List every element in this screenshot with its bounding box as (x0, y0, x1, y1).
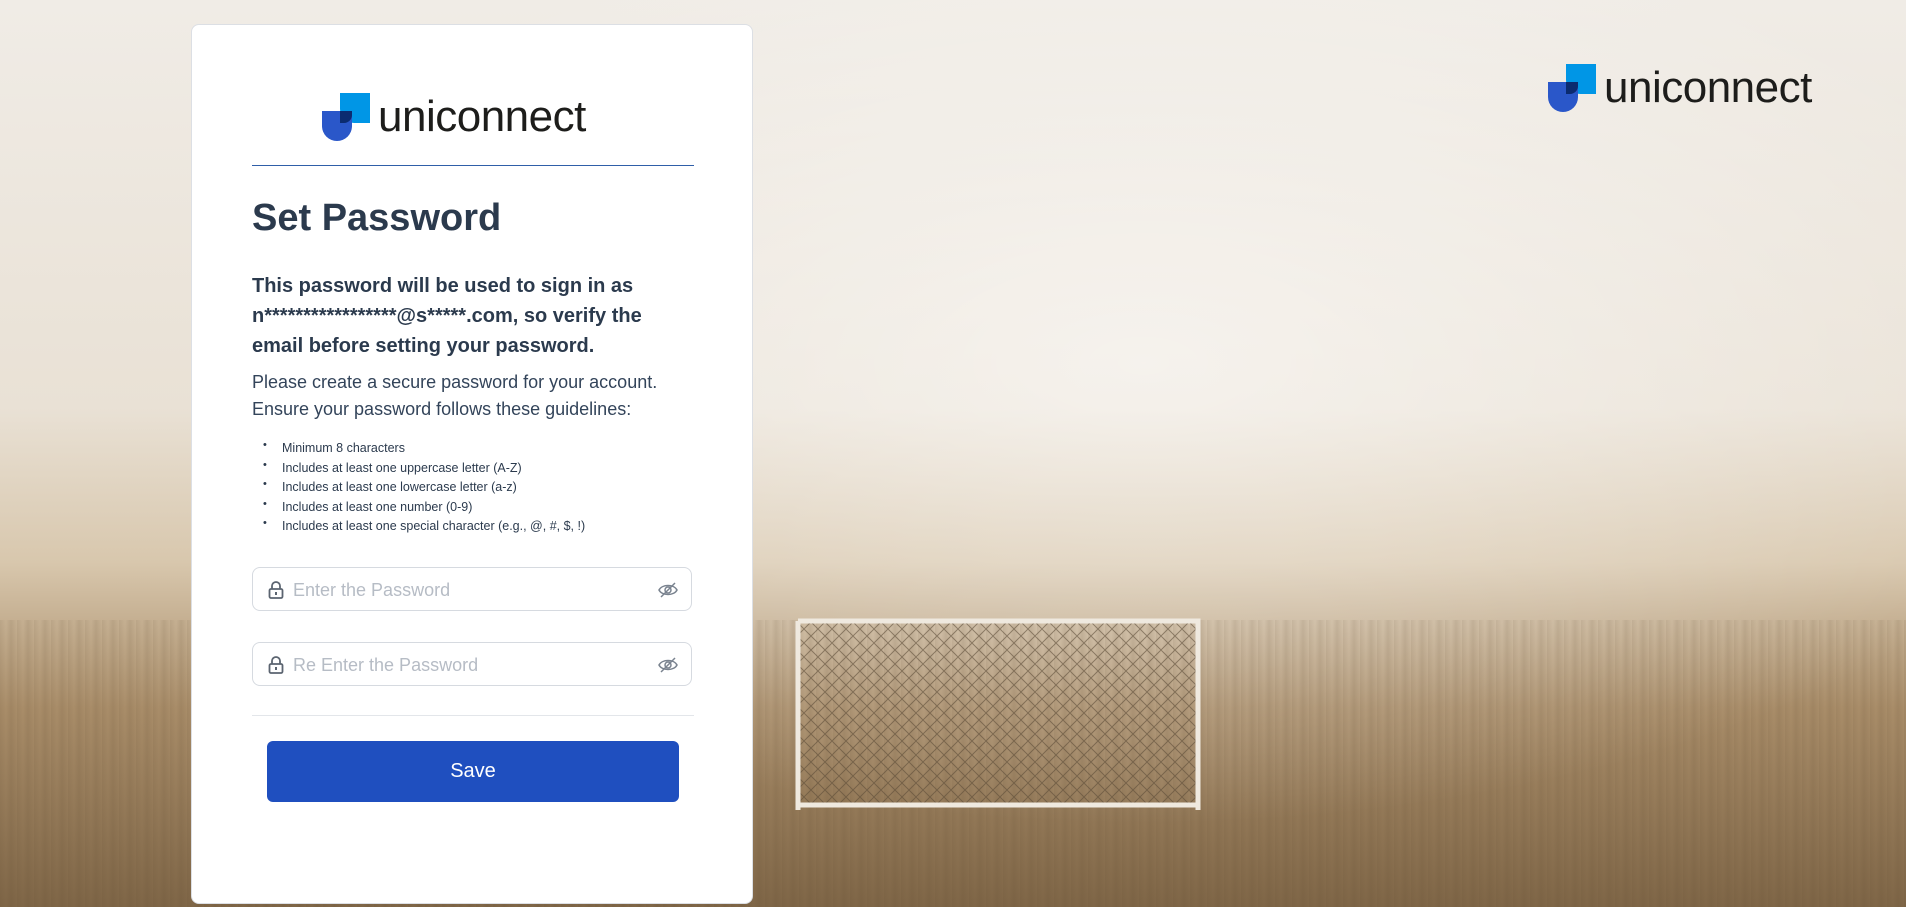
rule-item: Includes at least one number (0-9) (252, 495, 585, 518)
brand-name: uniconnect (1604, 63, 1812, 112)
rule-item: Includes at least one special character … (252, 514, 585, 537)
soccer-goal-image (795, 618, 1201, 810)
brand-logo-right: uniconnect (1548, 60, 1812, 116)
password-instructions: Please create a secure password for your… (252, 372, 658, 419)
save-button[interactable]: Save (267, 741, 679, 802)
confirm-password-input[interactable] (291, 643, 645, 687)
rule-item: Minimum 8 characters (252, 436, 585, 459)
card-brand-name: uniconnect (378, 92, 586, 141)
lock-icon (268, 581, 284, 599)
password-rules-list: Minimum 8 characters Includes at least o… (252, 436, 585, 537)
uniconnect-logo-icon (322, 93, 370, 141)
confirm-password-field-wrapper (252, 642, 692, 687)
lock-icon (268, 656, 284, 674)
eye-off-icon[interactable] (657, 655, 679, 675)
password-field-wrapper (252, 567, 692, 612)
header-divider (252, 165, 694, 166)
rule-item: Includes at least one uppercase letter (… (252, 456, 585, 479)
eye-off-icon[interactable] (657, 580, 679, 600)
card-brand-logo: uniconnect (322, 87, 586, 147)
form-divider (252, 715, 694, 716)
rule-item: Includes at least one lowercase letter (… (252, 475, 585, 498)
password-input[interactable] (291, 568, 645, 612)
page-title: Set Password (252, 197, 502, 239)
account-notice: This password will be used to sign in as… (252, 275, 642, 357)
set-password-card: uniconnect Set Password This password wi… (191, 24, 753, 904)
uniconnect-logo-icon (1548, 64, 1596, 112)
